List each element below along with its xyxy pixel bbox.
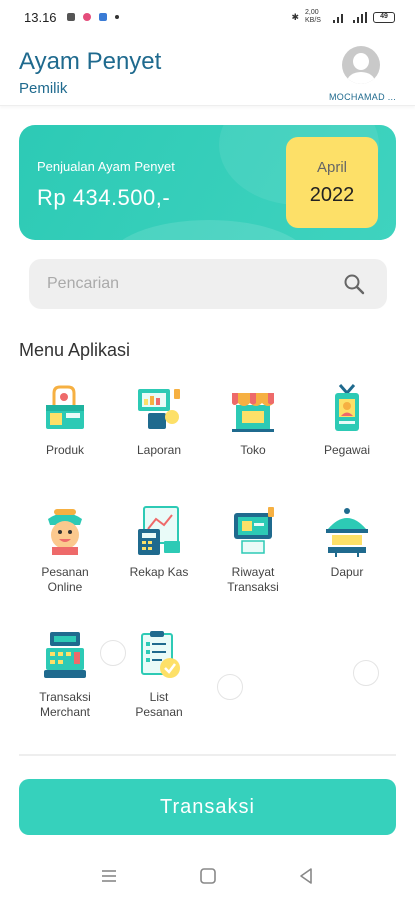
rekap-kas-icon <box>138 506 180 555</box>
menu-item-label: Transaksi Merchant <box>39 690 91 719</box>
menu-item-label: Dapur <box>330 565 364 579</box>
menu-item-list-pesanan[interactable]: List Pesanan <box>114 630 204 720</box>
app-notification-icon <box>82 13 91 21</box>
pegawai-icon <box>335 384 359 431</box>
menu-item-rekap-kas[interactable]: Rekap Kas <box>114 505 204 580</box>
menu-item-label: Produk <box>45 443 85 457</box>
menu-item-label: Rekap Kas <box>129 565 189 579</box>
menu-item-laporan[interactable]: Laporan <box>114 383 204 458</box>
notification-icon <box>66 13 75 21</box>
avatar-head <box>353 53 369 70</box>
period-selector[interactable]: April 2022 <box>286 137 378 228</box>
divider <box>19 754 396 756</box>
laporan-icon <box>138 389 180 429</box>
battery-icon: 49 <box>373 11 395 23</box>
avatar[interactable] <box>342 46 380 84</box>
menu-item-riwayat-transaksi[interactable]: Riwayat Transaksi <box>208 505 298 595</box>
system-nav-bar <box>0 852 415 900</box>
card-decoration-2 <box>109 220 309 240</box>
menu-icon[interactable] <box>99 866 119 886</box>
app-notification-icon-2 <box>98 13 107 21</box>
placeholder-circle <box>217 674 243 700</box>
menu-item-label: Laporan <box>136 443 182 457</box>
net-speed: 2,00 KB/S <box>305 9 321 24</box>
menu-item-label: Pegawai <box>323 443 371 457</box>
pesanan-online-icon <box>48 509 82 555</box>
signal-icon <box>333 13 343 23</box>
username[interactable]: MOCHAMAD ... <box>329 92 396 102</box>
bluetooth-icon: ✱ <box>291 11 299 22</box>
transaksi-merchant-icon <box>44 632 86 678</box>
produk-icon <box>46 385 84 429</box>
app-header: Ayam Penyet Pemilik MOCHAMAD ... <box>0 40 415 106</box>
menu-title: Menu Aplikasi <box>19 340 131 360</box>
menu-item-label: Toko <box>240 443 266 457</box>
menu-item-produk[interactable]: Produk <box>20 383 110 458</box>
back-triangle-icon[interactable] <box>296 866 316 886</box>
placeholder-circle <box>353 660 379 686</box>
menu-item-label: List Pesanan <box>135 690 183 719</box>
page-title: Ayam Penyet <box>19 48 162 75</box>
list-pesanan-icon <box>141 631 180 678</box>
menu-item-label: Pesanan Online <box>41 565 89 594</box>
menu-item-label: Riwayat Transaksi <box>227 565 279 594</box>
sales-summary-card[interactable]: Penjualan Ayam Penyet Rp 434.500,- April… <box>19 125 396 240</box>
transaksi-button[interactable]: Transaksi <box>19 779 396 835</box>
menu-item-pegawai[interactable]: Pegawai <box>302 383 392 458</box>
placeholder-circle <box>100 640 126 666</box>
toko-icon <box>232 393 274 432</box>
menu-item-toko[interactable]: Toko <box>208 383 298 458</box>
more-dot-icon <box>114 15 119 19</box>
menu-item-dapur[interactable]: Dapur <box>302 505 392 580</box>
search-icon[interactable] <box>343 273 365 295</box>
riwayat-transaksi-icon <box>234 507 274 554</box>
menu-item-transaksi-merchant[interactable]: Transaksi Merchant <box>20 630 110 720</box>
status-right: ✱ 2,00 KB/S 49 <box>291 9 395 25</box>
menu-item-pesanan-online[interactable]: Pesanan Online <box>20 505 110 595</box>
sales-value: Rp 434.500,- <box>37 185 171 210</box>
sales-label: Penjualan Ayam Penyet <box>37 159 175 174</box>
avatar-body <box>347 72 375 84</box>
page-subtitle: Pemilik <box>19 80 68 97</box>
notification-icons <box>66 13 119 21</box>
period-month: April <box>316 159 347 176</box>
dapur-icon <box>326 508 368 557</box>
search-bar[interactable] <box>29 259 387 309</box>
status-time: 13.16 <box>24 9 57 25</box>
status-bar: 13.16 ✱ 2,00 KB/S 49 <box>0 0 415 34</box>
signal-icon-2 <box>353 11 367 23</box>
home-square-icon[interactable] <box>198 866 218 886</box>
search-input[interactable] <box>47 259 337 309</box>
period-year: 2022 <box>309 184 355 206</box>
